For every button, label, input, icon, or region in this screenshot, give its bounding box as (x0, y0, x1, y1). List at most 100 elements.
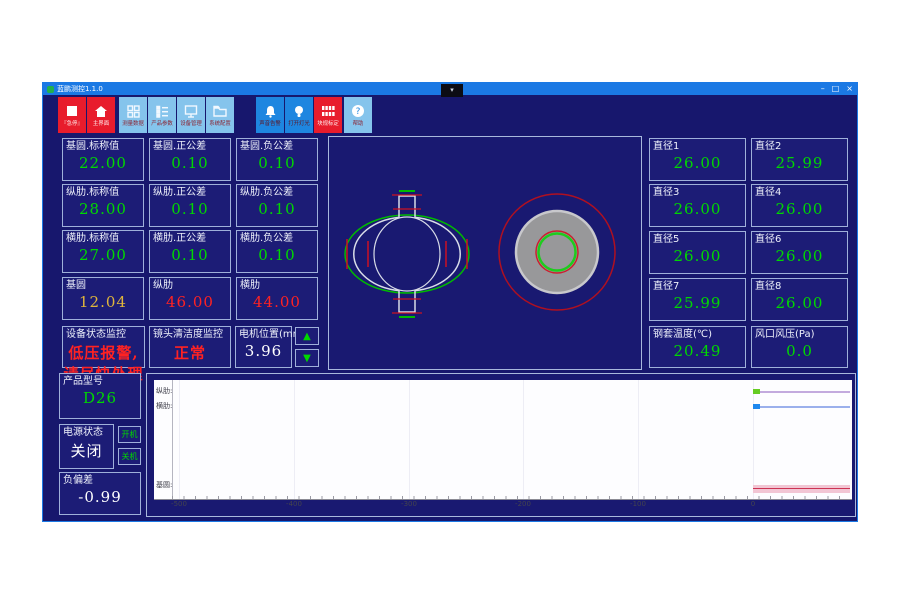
value: 26.00 (752, 294, 847, 312)
gauge-blocks-icon (321, 104, 335, 119)
gridline (294, 380, 295, 499)
lens-status-text: 正常 (150, 342, 230, 363)
trend-chart-panel: 纵肋: 横肋: 基圆: -500 -400 -300 -200 -100 0 (146, 373, 856, 517)
close-button[interactable]: × (846, 83, 853, 95)
up-triangle-icon: ▲ (303, 331, 311, 342)
value: 44.00 (237, 293, 317, 311)
value: 20.49 (650, 342, 745, 360)
cell-cross-rib-plus-tol: 横肋.正公差 0.10 (149, 230, 231, 273)
app-window: 蓝鹏测控1.1.0 – □ × ▾ 『急停』 主界面 测量数据 产品参数 设备管… (42, 82, 858, 522)
cell-diameter-3: 直径3 26.00 (649, 184, 746, 227)
camera-view-figure (499, 194, 615, 310)
cell-diameter-1: 直径1 26.00 (649, 138, 746, 181)
system-config-button[interactable]: 系统配置 (206, 97, 234, 133)
cell-long-rib-minus-tol: 纵肋.负公差 0.10 (236, 184, 318, 227)
measure-data-button[interactable]: 测量数据 (119, 97, 147, 133)
series-band-base-circle (753, 485, 850, 493)
minimize-button[interactable]: – (821, 83, 825, 95)
value: 28.00 (63, 200, 143, 218)
light-on-button[interactable]: 打开灯光 (285, 97, 313, 133)
gridline (179, 380, 180, 499)
product-model-box: 产品型号 D26 (59, 373, 141, 419)
value: 25.99 (650, 294, 745, 312)
chevron-down-tab[interactable]: ▾ (441, 84, 463, 97)
series-line-cross-rib (753, 406, 850, 408)
bulb-icon (293, 104, 305, 119)
gridline (523, 380, 524, 499)
cross-section-panel (328, 136, 642, 370)
down-triangle-icon: ▼ (303, 353, 311, 364)
motor-position: 电机位置(mm) 3.96 (235, 326, 292, 368)
window-title: 蓝鹏测控1.1.0 (57, 83, 103, 95)
value: 0.10 (150, 246, 230, 264)
power-on-button[interactable]: 开机 (118, 426, 141, 443)
motor-up-button[interactable]: ▲ (295, 327, 319, 345)
gridline (409, 380, 410, 499)
product-model-value: D26 (60, 389, 140, 407)
cell-diameter-6: 直径6 26.00 (751, 231, 848, 274)
value: 26.00 (650, 154, 745, 172)
cell-diameter-2: 直径2 25.99 (751, 138, 848, 181)
device-status-monitor: 设备状态监控 低压报警,请尽快处理 (62, 326, 145, 368)
device-manage-button[interactable]: 设备管理 (177, 97, 205, 133)
value: 0.10 (150, 200, 230, 218)
value: 0.10 (237, 246, 317, 264)
motor-down-button[interactable]: ▼ (295, 349, 319, 367)
series-label-long-rib: 纵肋: (156, 388, 172, 395)
cell-base-circle-minus-tol: 基圆.负公差 0.10 (236, 138, 318, 181)
cell-cross-rib-nominal: 横肋.标称值 27.00 (62, 230, 144, 273)
grid-icon (127, 104, 140, 119)
main-screen-button[interactable]: 主界面 (87, 97, 115, 133)
cell-base-circle-nominal: 基圆.标称值 22.00 (62, 138, 144, 181)
value: 26.00 (752, 200, 847, 218)
gridline (638, 380, 639, 499)
gridline (753, 380, 754, 499)
emergency-stop-button[interactable]: 『急停』 (58, 97, 86, 133)
home-icon (94, 104, 108, 119)
product-params-button[interactable]: 产品参数 (148, 97, 176, 133)
value: 0.10 (237, 154, 317, 172)
x-tick-label: -400 (279, 500, 309, 508)
power-state-value: 关闭 (60, 440, 113, 461)
gauge-calibration-button[interactable]: 块规标定 (314, 97, 342, 133)
series-label-cross-rib: 横肋: (156, 403, 172, 410)
value: 0.0 (752, 342, 847, 360)
value: 27.00 (63, 246, 143, 264)
series-line-base-circle (753, 488, 850, 489)
cell-base-circle-measured: 基圆 12.04 (62, 277, 144, 320)
help-button[interactable]: ? 帮助 (344, 97, 372, 133)
neg-deviation-value: -0.99 (60, 488, 140, 506)
cell-sleeve-temperature: 钢套温度(℃) 20.49 (649, 326, 746, 368)
motor-position-value: 3.96 (236, 342, 291, 360)
value: 26.00 (650, 200, 745, 218)
cell-long-rib-measured: 纵肋 46.00 (149, 277, 231, 320)
rebar-profile-graphic (329, 137, 641, 369)
power-off-button[interactable]: 关机 (118, 448, 141, 465)
series-marker-long-rib (753, 389, 760, 394)
cell-cross-rib-minus-tol: 横肋.负公差 0.10 (236, 230, 318, 273)
cell-diameter-8: 直径8 26.00 (751, 278, 848, 321)
x-tick-label: -500 (164, 500, 194, 508)
value: 26.00 (752, 247, 847, 265)
bell-icon (264, 104, 277, 119)
cell-base-circle-plus-tol: 基圆.正公差 0.10 (149, 138, 231, 181)
maximize-button[interactable]: □ (832, 83, 840, 95)
cell-diameter-5: 直径5 26.00 (649, 231, 746, 274)
value: 0.10 (237, 200, 317, 218)
x-tick-label: -200 (508, 500, 538, 508)
cell-diameter-4: 直径4 26.00 (751, 184, 848, 227)
app-icon (47, 86, 54, 93)
cell-long-rib-nominal: 纵肋.标称值 28.00 (62, 184, 144, 227)
lens-clean-monitor: 镜头清洁度监控 正常 (149, 326, 231, 368)
value: 12.04 (63, 293, 143, 311)
value: 25.99 (752, 154, 847, 172)
sound-alarm-button[interactable]: 声音告警 (256, 97, 284, 133)
value: 26.00 (650, 247, 745, 265)
cell-long-rib-plus-tol: 纵肋.正公差 0.10 (149, 184, 231, 227)
svg-text:?: ? (356, 107, 361, 117)
value: 0.10 (150, 154, 230, 172)
cell-cross-rib-measured: 横肋 44.00 (236, 277, 318, 320)
x-tick-label: -100 (623, 500, 653, 508)
value: 46.00 (150, 293, 230, 311)
power-state-box: 电源状态 关闭 (59, 424, 114, 469)
